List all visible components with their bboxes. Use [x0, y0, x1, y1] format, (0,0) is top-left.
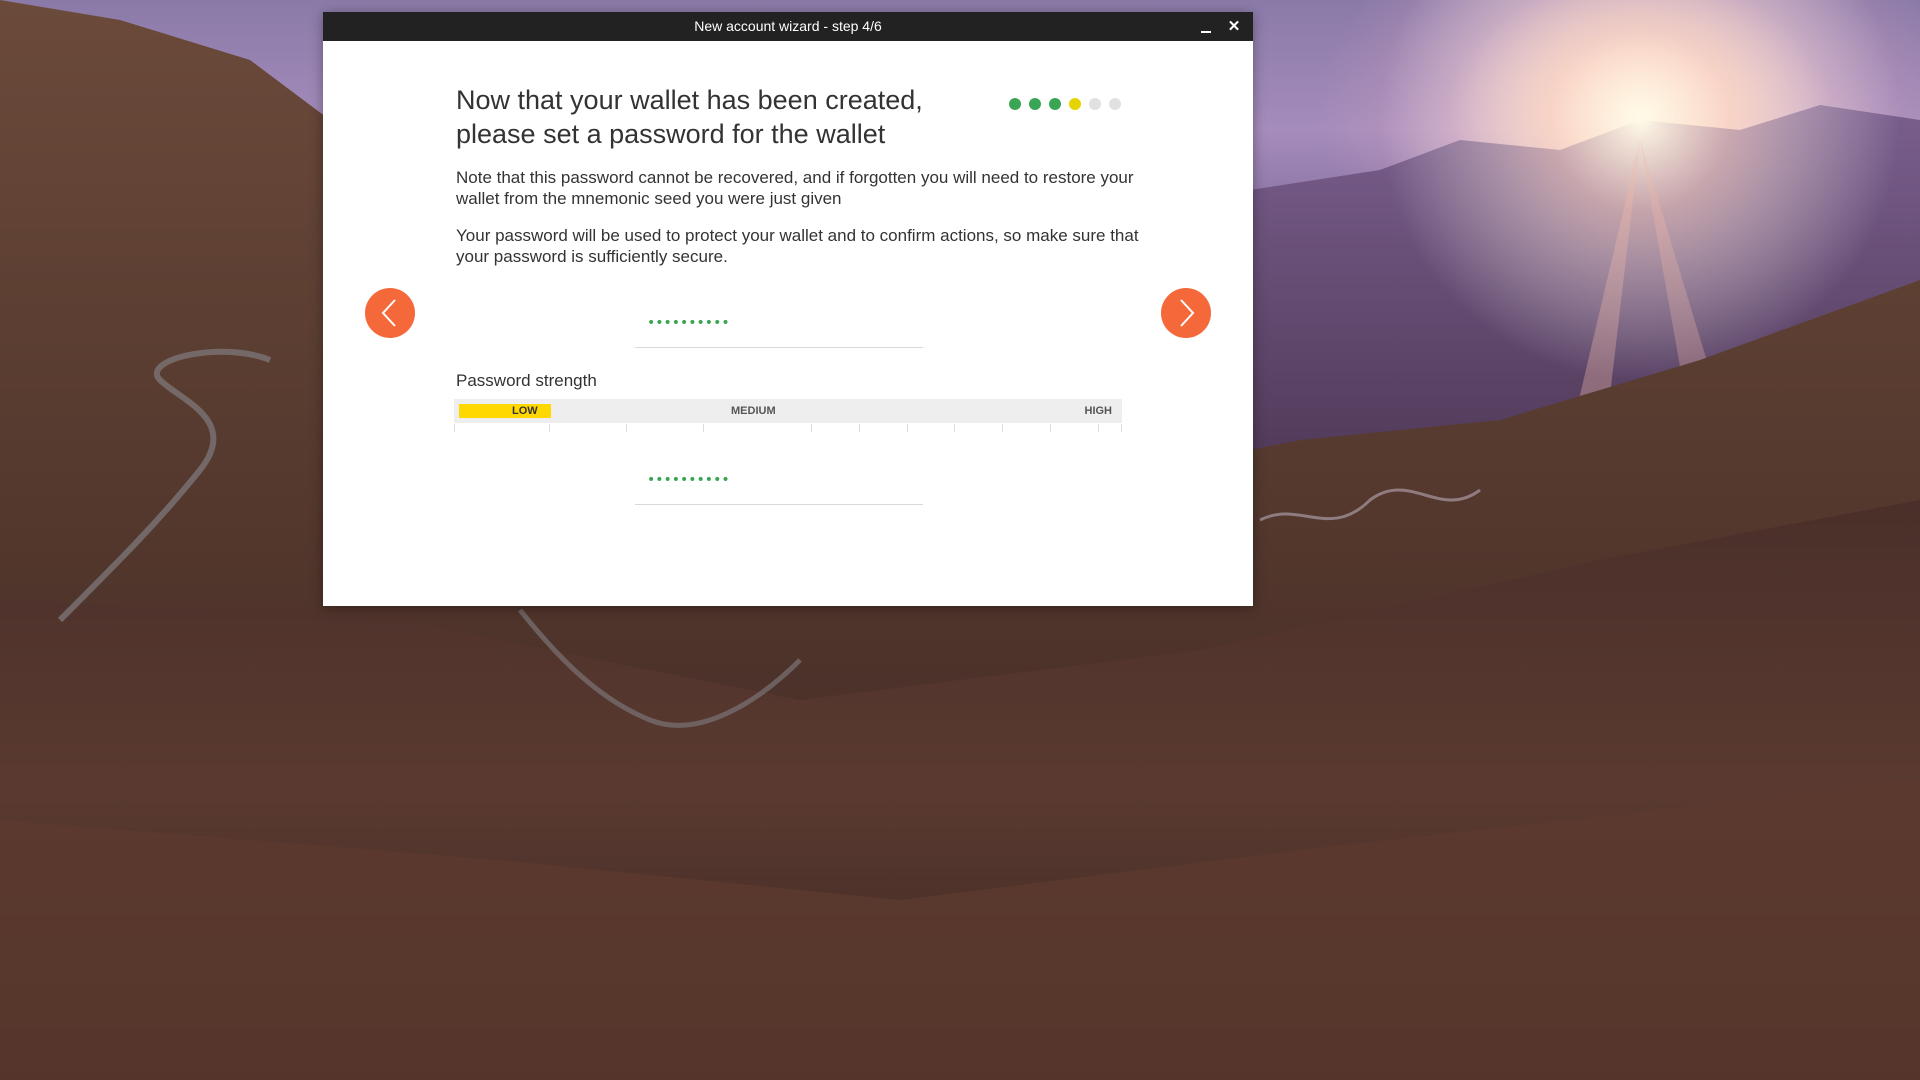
wizard-heading: Now that your wallet has been created, p…	[456, 85, 923, 149]
next-step-button[interactable]	[1161, 288, 1211, 338]
strength-tick	[1002, 424, 1003, 432]
minimize-icon	[1201, 31, 1211, 33]
step-dot	[1069, 98, 1081, 110]
strength-ticks	[454, 424, 1122, 434]
window-title: New account wizard - step 4/6	[694, 18, 882, 34]
step-dot	[1089, 98, 1101, 110]
strength-tick	[1121, 424, 1122, 432]
security-note: Your password will be used to protect yo…	[456, 226, 1139, 266]
strength-tick	[549, 424, 550, 432]
strength-high-label: HIGH	[1084, 405, 1113, 417]
chevron-right-icon	[1180, 299, 1195, 327]
close-button[interactable]: ✕	[1221, 12, 1247, 41]
strength-tick	[454, 424, 455, 432]
password-strength-label: Password strength	[456, 371, 597, 390]
close-icon: ✕	[1227, 18, 1241, 35]
strength-tick	[703, 424, 704, 432]
confirm-password-input[interactable]: ••••••••••	[635, 464, 923, 505]
strength-tick	[626, 424, 627, 432]
strength-tick	[1050, 424, 1051, 432]
strength-tick	[954, 424, 955, 432]
minimize-button[interactable]	[1193, 12, 1219, 41]
recovery-note: Note that this password cannot be recove…	[456, 168, 1134, 208]
password-masked-value: ••••••••••	[647, 315, 730, 331]
confirm-password-masked-value: ••••••••••	[647, 472, 730, 488]
step-indicator	[1009, 98, 1121, 110]
password-input[interactable]: ••••••••••	[635, 307, 923, 348]
previous-step-button[interactable]	[365, 288, 415, 338]
step-dot	[1049, 98, 1061, 110]
step-dot	[1029, 98, 1041, 110]
step-dot	[1009, 98, 1021, 110]
strength-tick	[859, 424, 860, 432]
wizard-window: New account wizard - step 4/6 ✕ Now that…	[323, 12, 1253, 606]
step-dot	[1109, 98, 1121, 110]
strength-medium-label: MEDIUM	[731, 405, 776, 417]
chevron-left-icon	[381, 299, 396, 327]
password-strength-meter: LOW MEDIUM HIGH	[454, 399, 1122, 423]
strength-tick	[907, 424, 908, 432]
wizard-content: Now that your wallet has been created, p…	[323, 41, 1253, 606]
strength-low-label: LOW	[512, 405, 538, 417]
title-bar[interactable]: New account wizard - step 4/6 ✕	[323, 12, 1253, 41]
strength-tick	[1098, 424, 1099, 432]
strength-tick	[811, 424, 812, 432]
